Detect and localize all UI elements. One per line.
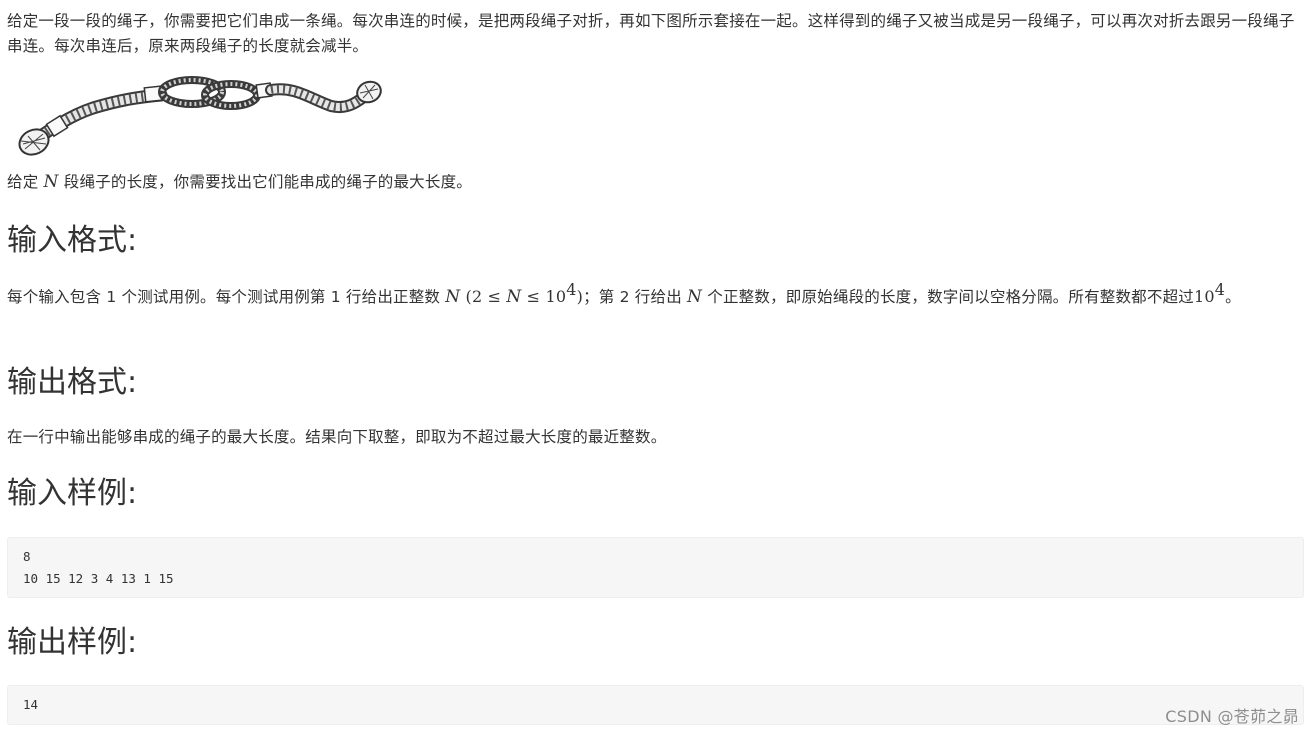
math-var-n: N (506, 287, 522, 307)
range-exponent: 4 (566, 280, 577, 299)
input-sample-heading: 输入样例: (7, 476, 138, 511)
limit-exponent: 4 (1214, 280, 1226, 299)
csdn-watermark: CSDN @苍茆之昴 (1165, 707, 1299, 726)
output-format-description: 在一行中输出能够串成的绳子的最大长度。结果向下取整，即取为不超过最大长度的最近整… (7, 428, 667, 446)
input-desc-part3: 个正整数，即原始绳段的长度，数字间以空格分隔。所有整数都不超过 (707, 288, 1194, 306)
output-format-heading: 输出格式: (7, 365, 138, 400)
input-sample-code[interactable]: 8 10 15 12 3 4 13 1 15 (7, 537, 1304, 598)
output-sample-code[interactable]: 14 (7, 685, 1304, 725)
input-desc-part2: ；第 2 行给出 (583, 288, 682, 306)
given-before: 给定 (7, 173, 39, 191)
input-format-heading: 输入格式: (7, 223, 138, 258)
given-after: 段绳子的长度，你需要找出它们能串成的绳子的最大长度。 (63, 173, 472, 191)
limit-base: 10 (1193, 287, 1215, 306)
rope-illustration (18, 76, 382, 156)
math-var-n: N (43, 172, 59, 192)
range-le: ≤ 10 (526, 287, 567, 306)
math-var-n: N (445, 287, 461, 307)
output-sample-heading: 输出样例: (7, 625, 138, 660)
given-paragraph: 给定 N 段绳子的长度，你需要找出它们能串成的绳子的最大长度。 (7, 170, 1306, 195)
input-desc-part1: 每个输入包含 1 个测试用例。每个测试用例第 1 行给出正整数 (7, 288, 441, 306)
input-desc-part4: 。 (1225, 288, 1241, 306)
range-open: (2 ≤ (465, 287, 502, 306)
intro-paragraph: 给定一段一段的绳子，你需要把它们串成一条绳。每次串连的时候，是把两段绳子对折，再… (7, 12, 1295, 55)
input-format-description: 每个输入包含 1 个测试用例。每个测试用例第 1 行给出正整数 N (2 ≤ N… (7, 282, 1306, 310)
math-var-n: N (687, 287, 703, 307)
